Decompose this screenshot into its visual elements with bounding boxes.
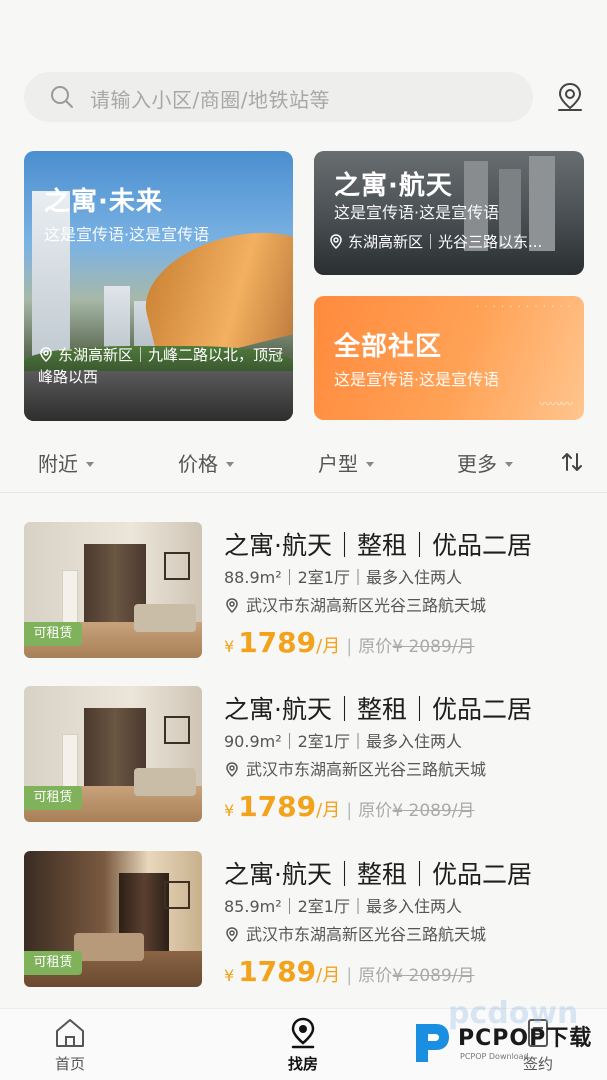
sort-icon[interactable]: [560, 450, 584, 474]
listing-location: 武汉市东湖高新区光谷三路航天城: [224, 592, 486, 616]
banner-address: 东湖高新区｜九峰二路以北，顶冠峰路以西: [38, 344, 288, 388]
filter-layout[interactable]: 户型: [318, 448, 374, 477]
caret-down-icon: [505, 462, 513, 467]
filter-price[interactable]: 价格: [178, 448, 234, 477]
filter-more[interactable]: 更多: [457, 448, 513, 477]
search-row: 请输入小区/商圈/地铁站等: [0, 70, 607, 126]
location-pin-icon: [40, 347, 52, 363]
filter-label: 附近: [38, 452, 78, 476]
caret-down-icon: [226, 462, 234, 467]
location-pin-icon: [226, 927, 238, 943]
banner-address-text: 东湖高新区｜九峰二路以北，顶冠峰路以西: [38, 346, 284, 386]
original-price: ¥ 2089/月: [392, 966, 475, 986]
watermark-logo: pcdown PCPOP下载 PCPOP Download: [412, 996, 602, 1070]
original-price-label: 原价: [358, 801, 393, 821]
listing-location-text: 武汉市东湖高新区光谷三路航天城: [246, 925, 487, 944]
filter-label: 户型: [318, 452, 358, 476]
filter-label: 价格: [178, 452, 218, 476]
listing-price: ¥1789/月 | 原价¥ 2089/月: [224, 626, 475, 659]
filter-nearby[interactable]: 附近: [38, 448, 94, 477]
listing-name: 之寓·航天｜整租｜优品二居: [224, 531, 532, 560]
listing-location-text: 武汉市东湖高新区光谷三路航天城: [246, 596, 487, 615]
listing-spec: 88.9m²｜2室1厅｜最多入住两人: [224, 568, 462, 587]
location-marker-icon: [291, 1017, 315, 1049]
tab-label: 首页: [54, 1055, 85, 1073]
price-value: 1789: [238, 790, 317, 823]
currency-symbol: ¥: [224, 801, 235, 820]
listing-location: 武汉市东湖高新区光谷三路航天城: [224, 756, 486, 780]
banner-card-weilai[interactable]: 之寓·未来 这是宣传语·这是宣传语 东湖高新区｜九峰二路以北，顶冠峰路以西: [24, 151, 293, 421]
tab-label: 找房: [287, 1055, 318, 1073]
map-location-icon[interactable]: [553, 80, 587, 114]
tab-home[interactable]: 首页: [30, 1017, 110, 1074]
banner-slogan: 这是宣传语·这是宣传语: [334, 203, 500, 222]
location-pin-icon: [330, 234, 342, 250]
currency-symbol: ¥: [224, 637, 235, 656]
price-unit: /月: [316, 636, 341, 657]
pcpop-logo-icon: [416, 1024, 449, 1062]
banner-address-text: 东湖高新区｜光谷三路以东...: [348, 233, 543, 251]
status-badge: 可租赁: [24, 786, 82, 810]
listing-item[interactable]: 可租赁 之寓·航天｜整租｜优品二居 85.9m²｜2室1厅｜最多入住两人 武汉市…: [0, 851, 607, 988]
caret-down-icon: [86, 462, 94, 467]
currency-symbol: ¥: [224, 966, 235, 985]
banner-card-all-communities[interactable]: · · · · · · · · · · · · 全部社区 这是宣传语·这是宣传语…: [314, 296, 584, 420]
listing-location: 武汉市东湖高新区光谷三路航天城: [224, 921, 486, 945]
original-price: ¥ 2089/月: [392, 801, 475, 821]
listing-spec: 90.9m²｜2室1厅｜最多入住两人: [224, 732, 462, 751]
listing-name: 之寓·航天｜整租｜优品二居: [224, 695, 532, 724]
banner-card-hangtian[interactable]: 之寓·航天 这是宣传语·这是宣传语 东湖高新区｜光谷三路以东...: [314, 151, 584, 275]
banner-title: 之寓·航天: [334, 171, 453, 201]
listing-item[interactable]: 可租赁 之寓·航天｜整租｜优品二居 88.9m²｜2室1厅｜最多入住两人 武汉市…: [0, 522, 607, 659]
price-value: 1789: [238, 626, 317, 659]
tab-find[interactable]: 找房: [263, 1017, 343, 1074]
home-icon: [56, 1019, 84, 1047]
search-input[interactable]: 请输入小区/商圈/地铁站等: [24, 72, 533, 122]
listing-item[interactable]: 可租赁 之寓·航天｜整租｜优品二居 90.9m²｜2室1厅｜最多入住两人 武汉市…: [0, 686, 607, 823]
original-price-label: 原价: [358, 637, 393, 657]
listing-price: ¥1789/月 | 原价¥ 2089/月: [224, 955, 475, 988]
filter-label: 更多: [457, 452, 497, 476]
banner-address: 东湖高新区｜光谷三路以东...: [328, 231, 542, 253]
listing-location-text: 武汉市东湖高新区光谷三路航天城: [246, 760, 487, 779]
decor-waves: 〰〰〰: [538, 397, 573, 411]
banner-title: 全部社区: [334, 332, 443, 362]
banner-slogan: 这是宣传语·这是宣传语: [44, 225, 210, 244]
banner-title: 之寓·未来: [44, 187, 163, 217]
listing-spec: 85.9m²｜2室1厅｜最多入住两人: [224, 897, 462, 916]
search-placeholder: 请输入小区/商圈/地铁站等: [90, 88, 330, 112]
filter-bar: 附近 价格 户型 更多: [0, 440, 607, 486]
original-price-label: 原价: [358, 966, 393, 986]
banner-slogan: 这是宣传语·这是宣传语: [334, 370, 500, 389]
price-unit: /月: [316, 800, 341, 821]
status-badge: 可租赁: [24, 622, 82, 646]
listing-photo: 可租赁: [24, 522, 202, 658]
listing-name: 之寓·航天｜整租｜优品二居: [224, 860, 532, 889]
original-price: ¥ 2089/月: [392, 637, 475, 657]
location-pin-icon: [226, 598, 238, 614]
watermark-sub: PCPOP Download: [460, 1052, 529, 1061]
caret-down-icon: [366, 462, 374, 467]
listing-photo: 可租赁: [24, 851, 202, 987]
search-icon: [51, 86, 73, 108]
decor-dots: · · · · · · · · · · · ·: [475, 302, 572, 313]
watermark-brand: PCPOP下载: [458, 1026, 593, 1051]
status-badge: 可租赁: [24, 951, 82, 975]
location-pin-icon: [226, 762, 238, 778]
listing-price: ¥1789/月 | 原价¥ 2089/月: [224, 790, 475, 823]
price-value: 1789: [238, 955, 317, 988]
price-unit: /月: [316, 965, 341, 986]
divider: [0, 492, 607, 493]
listing-photo: 可租赁: [24, 686, 202, 822]
